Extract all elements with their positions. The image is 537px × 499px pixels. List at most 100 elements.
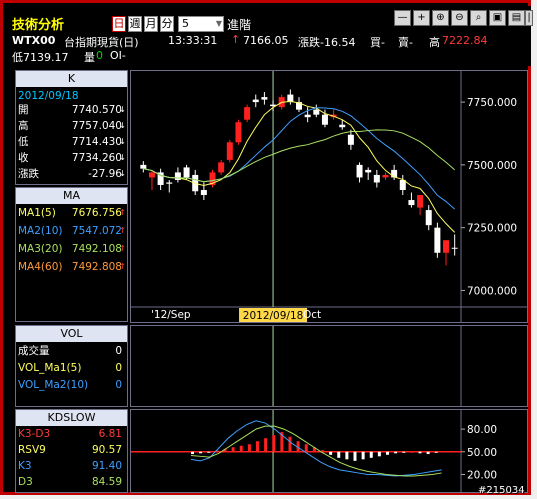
candle [451, 234, 458, 256]
kd-bar [272, 435, 276, 452]
ma-label: MA3(20) [18, 243, 63, 255]
watermark: #215034 [478, 485, 525, 496]
low-price: 低7139.17 [12, 51, 69, 64]
price-axis-label: 7250.000 [467, 223, 517, 235]
kd-bar [418, 451, 422, 454]
kd-bar [304, 444, 308, 452]
technical-analysis-window: 技術分析 日 週 月 分 5 ▼ 進階 — + ⊕ ⊖ ⌕ ▣ ▤ | WTX00… [0, 0, 533, 495]
volume-value: 0 [96, 49, 103, 62]
kd-label: K3 [18, 460, 32, 472]
kd-bar [264, 438, 268, 452]
k-row: 開 7740.570 ↓ [18, 103, 126, 117]
ma-row: MA1(5) 7676.756 ↑ [18, 206, 126, 220]
kd-axis-label: 80.00 [467, 424, 497, 436]
save-icon[interactable]: ▣ [489, 10, 506, 26]
kd-bar [337, 451, 341, 458]
candle [443, 240, 450, 266]
advanced-button[interactable]: 進階 [227, 16, 251, 33]
candle [417, 195, 424, 216]
time-label-oct: Oct [303, 309, 321, 321]
candle [434, 222, 441, 258]
ma2-line [143, 107, 456, 210]
candle [148, 169, 155, 190]
candle [425, 205, 432, 231]
k-row: 漲跌 -27.96 ↓ [18, 167, 126, 181]
k-label: 開 [18, 104, 29, 116]
zoom-out-icon[interactable]: ⊖ [451, 10, 468, 26]
interval-select[interactable]: 5 ▼ [178, 16, 224, 32]
kd-value: 84.59 [91, 476, 122, 488]
vol-label: VOL_Ma2(10) [18, 379, 89, 391]
candle [347, 129, 354, 150]
help-icon[interactable]: | [525, 10, 533, 26]
candle [226, 139, 233, 163]
kd-bar [329, 451, 333, 455]
kd-bar [345, 451, 349, 460]
kd-bar [442, 451, 446, 453]
period-week-button[interactable]: 週 [128, 16, 142, 32]
period-minute-button[interactable]: 分 [160, 16, 174, 32]
kd-row: K3 91.40 [18, 459, 126, 473]
kd-row: RSV9 90.57 [18, 443, 126, 457]
candle [252, 94, 259, 108]
candle [330, 109, 337, 120]
minus-icon[interactable]: — [394, 10, 411, 26]
vol-value: 0 [115, 345, 122, 357]
candle [235, 119, 242, 145]
candle [382, 172, 389, 180]
search-icon[interactable]: ⌕ [470, 10, 487, 26]
arrow-down-icon: ↓ [119, 169, 126, 178]
candle [244, 104, 251, 123]
candle [408, 192, 415, 208]
candle [356, 162, 363, 183]
ma1-line [143, 100, 456, 233]
volume-chart-svg [272, 326, 462, 406]
vol-row: VOL_Ma2(10) 0 [18, 378, 126, 392]
high-label: 高 [429, 36, 440, 49]
high-price: 7222.84 [442, 34, 488, 47]
quote-time: 13:33:31 [168, 34, 218, 47]
d3-line [190, 425, 442, 477]
arrow-down-icon: ↓ [119, 121, 126, 130]
candle [296, 97, 302, 113]
ma-value: 7492.108 [71, 243, 122, 255]
period-day-button[interactable]: 日 [112, 16, 126, 32]
ma-row: MA4(60) 7492.808 ↑ [18, 260, 126, 274]
volume-label: 量 [84, 51, 95, 64]
kd-row: K3-D3 6.81 [18, 427, 126, 441]
kd-bar [434, 451, 438, 453]
kd-chart[interactable]: 80.00 50.00 20.00 [130, 409, 528, 493]
arrow-down-icon: ↓ [119, 105, 126, 114]
candle [365, 167, 372, 180]
plus-icon[interactable]: + [413, 10, 430, 26]
price-chart[interactable]: 7750.000 7500.000 7250.000 7000.000 '12/Sep 2… [130, 70, 528, 323]
ma-panel-title: MA [16, 188, 127, 204]
print-icon[interactable]: ▤ [508, 10, 525, 26]
ma3-line [143, 129, 456, 183]
kd-bar [288, 436, 292, 452]
k-label: 低 [18, 136, 29, 148]
candle [373, 169, 380, 188]
volume-chart[interactable] [130, 325, 528, 407]
price-change: 漲跌-16.54 [298, 36, 356, 49]
candle [218, 159, 225, 175]
kd-axis-label: 50.00 [467, 447, 497, 459]
ma-label: MA4(60) [18, 261, 63, 273]
k-label: 漲跌 [18, 168, 39, 180]
kd-chart-svg: 80.00 50.00 20.00 [131, 410, 497, 492]
kd-axis-label: 20.00 [467, 469, 497, 481]
kd-info-panel: KDSLOW K3-D3 6.81 RSV9 90.57 K3 91.40 D3 84.59 [15, 409, 128, 493]
period-month-button[interactable]: 月 [144, 16, 158, 32]
candle [140, 161, 147, 173]
kd-bar [239, 445, 243, 452]
zoom-in-icon[interactable]: ⊕ [432, 10, 449, 26]
kd-bar [353, 451, 357, 461]
open-interest: OI- [110, 49, 126, 62]
k-value: 7740.570 [71, 104, 122, 116]
sell-price: 賣- [398, 36, 413, 49]
candle [313, 104, 320, 118]
chevron-down-icon: ▼ [215, 19, 222, 28]
ma-value: 7676.756 [71, 207, 122, 219]
ma-value: 7547.072 [71, 225, 122, 237]
price-axis-label: 7750.000 [467, 97, 517, 109]
